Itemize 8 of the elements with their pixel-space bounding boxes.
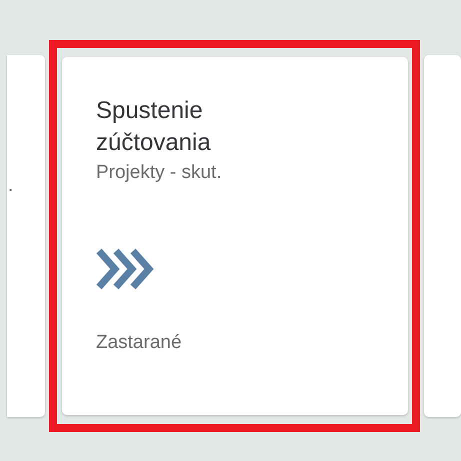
tile-title: Spustenie zúčtovania [96,96,212,158]
tile-footer: Zastarané [96,332,182,354]
tile-subtitle: Projekty - skut. [96,161,222,185]
tile-title: . [8,175,14,197]
app-tile[interactable]: Spustenie zúčtovania Projekty - skut. Zastarané [62,57,408,415]
chevrons-icon [96,248,154,290]
tile[interactable]: . [7,55,45,417]
tile[interactable] [424,55,461,417]
